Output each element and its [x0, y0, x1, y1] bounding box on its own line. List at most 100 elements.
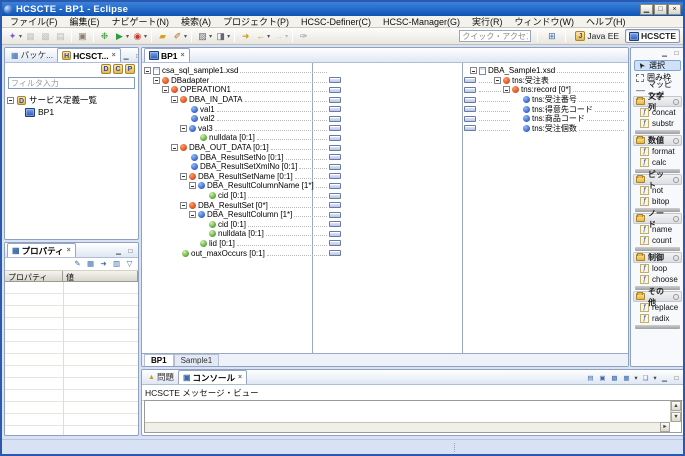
schema-node-source[interactable]: DBA_ResultSetXmlNo [0:1] — [144, 162, 342, 172]
palette-item-bitop[interactable]: ƒbitop — [633, 196, 682, 207]
view-menu-icon[interactable]: ▽ — [124, 259, 135, 269]
property-row[interactable] — [5, 414, 138, 426]
pin-icon[interactable] — [673, 99, 679, 105]
minimize-view-icon[interactable]: ▁ — [659, 374, 670, 384]
property-row[interactable] — [5, 318, 138, 330]
schema-node-source[interactable]: nulldata [0:1] — [144, 133, 342, 143]
schema-node-source[interactable]: val2 — [144, 114, 342, 124]
subtab-bp1[interactable]: BP1 — [144, 354, 174, 366]
close-button[interactable]: × — [668, 4, 681, 15]
schema-node-source[interactable]: OPERATION1 — [144, 85, 342, 95]
mapping-handle[interactable] — [329, 240, 341, 246]
pin-icon[interactable] — [673, 255, 679, 261]
collapse-icon[interactable] — [189, 182, 196, 189]
palette-item-concat[interactable]: ƒconcat — [633, 107, 682, 118]
schema-node-source[interactable]: cid [0:1] — [144, 191, 342, 201]
mapping-handle[interactable] — [329, 154, 341, 160]
close-icon[interactable]: × — [238, 374, 242, 381]
perspective-hcscte[interactable]: HCSCTE — [625, 29, 680, 43]
define-icon[interactable]: D — [101, 64, 111, 74]
menu-item[interactable]: 検索(A) — [175, 15, 217, 28]
property-row[interactable] — [5, 402, 138, 414]
palette-group-bit-group[interactable]: ビット — [633, 174, 682, 185]
mapping-handle[interactable] — [329, 221, 341, 227]
open-perspective-button[interactable]: ⊞ — [544, 29, 559, 44]
schema-node-target[interactable]: tns:受注個数 — [464, 124, 626, 134]
palette-item-choose[interactable]: ƒchoose — [633, 274, 682, 285]
palette-item-count[interactable]: ƒcount — [633, 235, 682, 246]
tab-problems[interactable]: ▲ 問題 — [144, 370, 178, 384]
toolbar-button-run[interactable]: ▶▾ — [112, 29, 130, 44]
dropdown-caret-icon[interactable]: ▾ — [633, 374, 639, 384]
schema-node-source[interactable]: DBA_ResultSetNo [0:1] — [144, 152, 342, 162]
palette-item-calc[interactable]: ƒcalc — [633, 157, 682, 168]
schema-node-source[interactable]: DBA_ResultSet [0*] — [144, 200, 342, 210]
menu-item[interactable]: ファイル(F) — [4, 15, 64, 28]
editor-tab-bp1[interactable]: BP1 × — [144, 48, 190, 62]
property-row[interactable] — [5, 354, 138, 366]
mapping-handle[interactable] — [329, 77, 341, 83]
maximize-view-icon[interactable]: □ — [125, 247, 136, 257]
toolbar-button-external-tools[interactable]: ◉▾ — [130, 29, 148, 44]
toolbar-button-print[interactable]: ▤ — [53, 29, 68, 44]
collapse-icon[interactable] — [189, 211, 196, 218]
schema-node-source[interactable]: val1 — [144, 104, 342, 114]
scroll-up-icon[interactable]: ▲ — [671, 401, 681, 411]
palette-item-name[interactable]: ƒname — [633, 224, 682, 235]
palette-item-loop[interactable]: ƒloop — [633, 263, 682, 274]
palette-item-substr[interactable]: ƒsubstr — [633, 118, 682, 129]
schema-node-source[interactable]: nulldata [0:1] — [144, 229, 342, 239]
palette-item-not[interactable]: ƒnot — [633, 185, 682, 196]
toolbar-button-save[interactable]: ▦ — [23, 29, 38, 44]
collapse-icon[interactable] — [171, 144, 178, 151]
menu-item[interactable]: HCSC-Definer(C) — [295, 17, 377, 27]
toolbar-button-format-tool[interactable]: ✐▾ — [170, 29, 188, 44]
mapping-handle[interactable] — [329, 183, 341, 189]
mapping-handle[interactable] — [329, 164, 341, 170]
schema-node-source[interactable]: DBA_IN_DATA — [144, 95, 342, 105]
mapping-handle[interactable] — [464, 87, 476, 93]
property-row[interactable] — [5, 294, 138, 306]
palette-group-control-group[interactable]: 制御 — [633, 252, 682, 263]
toolbar-button-new-snippet[interactable]: ▨▾ — [195, 29, 213, 44]
collapse-icon[interactable] — [7, 97, 14, 104]
menu-item[interactable]: HCSC-Manager(G) — [377, 17, 466, 27]
mapping-handle[interactable] — [329, 87, 341, 93]
tab-console[interactable]: ▣ コンソール × — [178, 370, 247, 384]
horizontal-scrollbar[interactable]: ► — [145, 422, 670, 432]
schema-node-source[interactable]: cid [0:1] — [144, 220, 342, 230]
select-tool[interactable]: ➤選択 — [634, 60, 681, 71]
dropdown-caret-icon[interactable]: ▾ — [227, 33, 230, 40]
mapping-handle[interactable] — [329, 173, 341, 179]
tab-hcscte-view[interactable]: H HCSCT... × — [57, 48, 121, 62]
scroll-down-icon[interactable]: ▼ — [671, 412, 681, 422]
mapping-handle[interactable] — [329, 97, 341, 103]
mapping-handle[interactable] — [329, 193, 341, 199]
toolbar-button-last-edit-location[interactable]: ➜ — [238, 29, 253, 44]
property-row[interactable] — [5, 342, 138, 354]
tree-item-service-list[interactable]: D サービス定義一覧 — [7, 94, 136, 106]
collapse-icon[interactable] — [171, 96, 178, 103]
collapse-icon[interactable] — [470, 67, 477, 74]
mapping-handle[interactable] — [329, 231, 341, 237]
mapping-handle[interactable] — [329, 212, 341, 218]
pin-icon[interactable] — [673, 138, 679, 144]
toolbar-button-forward[interactable]: →▾ — [271, 29, 289, 44]
mapping-handle[interactable] — [464, 77, 476, 83]
property-row[interactable] — [5, 306, 138, 318]
schema-node-target[interactable]: tns:受注表 — [464, 76, 626, 86]
toolbar-button-build-package[interactable]: ▣ — [75, 29, 90, 44]
mapping-canvas[interactable]: csa_sql_sample1.xsdDBadapterOPERATION1DB… — [142, 63, 628, 353]
open-console-icon[interactable]: ❏ — [640, 374, 651, 384]
collapse-icon[interactable] — [180, 173, 187, 180]
minimize-view-icon[interactable]: ▁ — [659, 49, 670, 59]
schema-node-source[interactable]: DBA_OUT_DATA [0:1] — [144, 143, 342, 153]
mapping-handle[interactable] — [329, 202, 341, 208]
column-header-property[interactable]: プロパティ — [5, 271, 63, 282]
toolbar-button-open-element[interactable]: ▰ — [155, 29, 170, 44]
collapse-icon[interactable] — [162, 86, 169, 93]
maximize-view-icon[interactable]: □ — [671, 49, 682, 59]
collapse-icon[interactable] — [144, 67, 151, 74]
column-header-value[interactable]: 値 — [63, 271, 138, 282]
schema-node-source[interactable]: lid [0:1] — [144, 239, 342, 249]
